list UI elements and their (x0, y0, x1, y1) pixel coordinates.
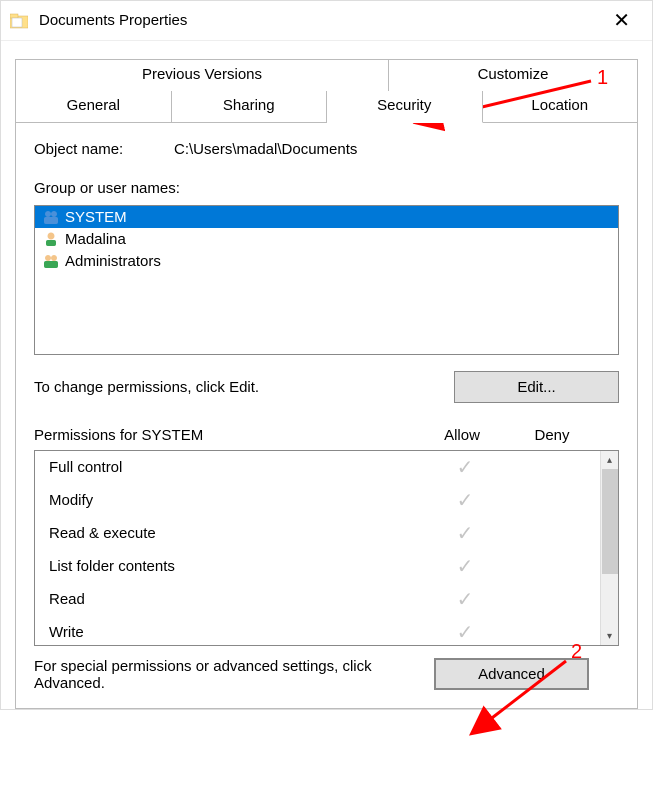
edit-row: To change permissions, click Edit. Edit.… (34, 371, 619, 403)
tab-label: Previous Versions (142, 66, 262, 83)
permissions-header: Permissions for SYSTEM Allow Deny (34, 427, 619, 450)
scroll-thumb[interactable] (602, 469, 618, 574)
user-name: Madalina (65, 231, 126, 248)
tab-location[interactable]: Location (483, 91, 639, 123)
user-icon (41, 230, 61, 248)
permission-name: List folder contents (49, 558, 420, 575)
user-item-administrators[interactable]: Administrators (35, 250, 618, 272)
tab-label: Security (377, 97, 431, 114)
group-icon (41, 208, 61, 226)
group-label-row: Group or user names: (34, 180, 619, 197)
tab-label: Customize (478, 66, 549, 83)
allow-header: Allow (417, 427, 507, 444)
allow-check-icon: ✓ (420, 620, 510, 645)
permissions-scroll-area: Full control ✓ Modify ✓ Read & execute ✓ (35, 451, 600, 645)
permission-row: Full control ✓ (35, 451, 600, 484)
permission-row: Read & execute ✓ (35, 517, 600, 550)
object-name-label: Object name: (34, 141, 174, 158)
tabs-row-bottom: General Sharing Security Location (15, 91, 638, 123)
permissions-label: Permissions for SYSTEM (34, 427, 417, 444)
tab-label: Location (531, 97, 588, 114)
tab-customize[interactable]: Customize (389, 59, 638, 91)
deny-header: Deny (507, 427, 597, 444)
allow-check-icon: ✓ (420, 554, 510, 579)
scrollbar[interactable]: ▴ ▾ (600, 451, 618, 645)
tab-label: Sharing (223, 97, 275, 114)
allow-check-icon: ✓ (420, 455, 510, 480)
scroll-up-icon[interactable]: ▴ (601, 451, 619, 469)
tab-label: General (67, 97, 120, 114)
permission-row: Modify ✓ (35, 484, 600, 517)
close-icon[interactable]: ✕ (599, 4, 644, 37)
user-list[interactable]: SYSTEM Madalina (34, 205, 619, 355)
permissions-list: Full control ✓ Modify ✓ Read & execute ✓ (34, 450, 619, 646)
properties-dialog: Documents Properties ✕ Previous Versions… (0, 0, 653, 710)
security-tab-body: Object name: C:\Users\madal\Documents Gr… (15, 123, 638, 709)
titlebar: Documents Properties ✕ (1, 1, 652, 41)
window-title: Documents Properties (39, 12, 187, 29)
tabs-container: Previous Versions Customize General Shar… (1, 41, 652, 709)
tab-general[interactable]: General (15, 91, 172, 123)
user-item-madalina[interactable]: Madalina (35, 228, 618, 250)
folder-icon (9, 11, 29, 31)
allow-check-icon: ✓ (420, 521, 510, 546)
object-name-row: Object name: C:\Users\madal\Documents (34, 141, 619, 158)
tab-sharing[interactable]: Sharing (172, 91, 328, 123)
permission-name: Modify (49, 492, 420, 509)
permission-row: Read ✓ (35, 583, 600, 616)
tab-security[interactable]: Security (327, 91, 483, 123)
group-icon (41, 252, 61, 270)
allow-check-icon: ✓ (420, 587, 510, 612)
advanced-hint: For special permissions or advanced sett… (34, 658, 434, 692)
permission-name: Write (49, 624, 420, 641)
edit-hint: To change permissions, click Edit. (34, 379, 454, 396)
allow-check-icon: ✓ (420, 488, 510, 513)
permission-name: Read (49, 591, 420, 608)
permission-row: List folder contents ✓ (35, 550, 600, 583)
tab-previous-versions[interactable]: Previous Versions (15, 59, 389, 91)
scroll-down-icon[interactable]: ▾ (601, 627, 619, 645)
permission-name: Read & execute (49, 525, 420, 542)
user-item-system[interactable]: SYSTEM (35, 206, 618, 228)
advanced-button[interactable]: Advanced (434, 658, 589, 690)
group-or-users-label: Group or user names: (34, 180, 180, 197)
edit-button[interactable]: Edit... (454, 371, 619, 403)
user-name: SYSTEM (65, 209, 127, 226)
permission-row: Write ✓ (35, 616, 600, 645)
user-name: Administrators (65, 253, 161, 270)
object-name-value: C:\Users\madal\Documents (174, 141, 357, 158)
advanced-row: For special permissions or advanced sett… (34, 658, 619, 692)
permission-name: Full control (49, 459, 420, 476)
tabs-row-top: Previous Versions Customize (15, 59, 638, 91)
